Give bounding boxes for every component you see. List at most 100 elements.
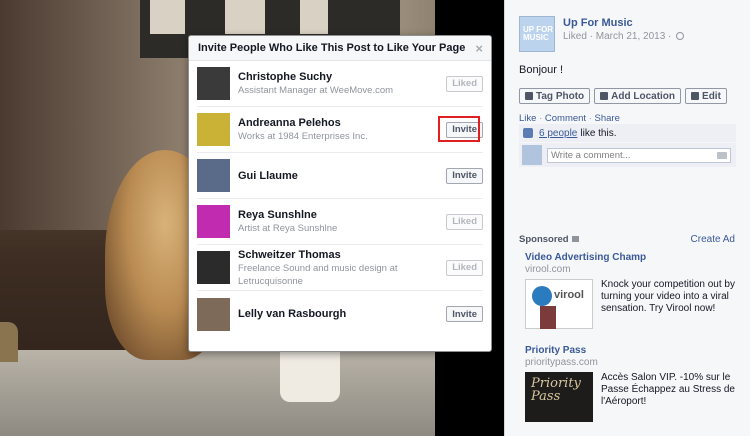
page-name-link[interactable]: Up For Music <box>563 16 684 30</box>
person-avatar[interactable] <box>197 67 230 100</box>
person-avatar[interactable] <box>197 113 230 146</box>
ad-figure <box>540 306 556 329</box>
dialog-header: Invite People Who Like This Post to Like… <box>189 36 491 61</box>
ad-body: Priority Pass Accès Salon VIP. -10% sur … <box>525 372 735 422</box>
tag-photo-label: Tag Photo <box>536 90 585 102</box>
person-name[interactable]: Lelly van Rasbourgh <box>238 307 446 321</box>
comment-link[interactable]: Comment <box>545 113 586 124</box>
person-name[interactable]: Reya Sunshlne <box>238 208 446 222</box>
dialog-title: Invite People Who Like This Post to Like… <box>198 42 466 54</box>
camera-icon[interactable] <box>717 151 727 159</box>
photo-basket <box>0 322 18 362</box>
separator: · <box>588 113 592 124</box>
add-location-label: Add Location <box>611 90 676 102</box>
person-info: Reya Sunshlne Artist at Reya Sunshlne <box>238 208 446 235</box>
person-row: Andreanna Pelehos Works at 1984 Enterpri… <box>197 107 483 153</box>
person-name[interactable]: Schweitzer Thomas <box>238 248 446 262</box>
people-list: Christophe Suchy Assistant Manager at We… <box>189 61 491 337</box>
ad-image-virool[interactable]: virool <box>525 279 593 329</box>
liked-button: Liked <box>446 75 483 92</box>
share-link[interactable]: Share <box>595 113 620 124</box>
person-avatar[interactable] <box>197 297 230 331</box>
liked-button: Liked <box>446 259 483 276</box>
photo-sign-letter <box>225 0 265 34</box>
sponsored-label: Sponsored <box>519 234 579 245</box>
ad-item[interactable]: Priority Pass prioritypass.com Priority … <box>525 345 735 422</box>
person-name[interactable]: Christophe Suchy <box>238 70 446 84</box>
page-avatar[interactable]: UP FOR MUSIC <box>519 16 555 52</box>
person-row: Schweitzer Thomas Freelance Sound and mu… <box>197 245 483 291</box>
person-info: Lelly van Rasbourgh <box>238 307 446 321</box>
photo-sign-letter <box>150 0 185 34</box>
ad-brand: virool <box>554 289 584 301</box>
edit-label: Edit <box>702 90 721 102</box>
person-avatar[interactable] <box>197 159 230 192</box>
person-info: Schweitzer Thomas Freelance Sound and mu… <box>238 248 446 288</box>
person-row: Reya Sunshlne Artist at Reya Sunshlne Li… <box>197 199 483 245</box>
person-name[interactable]: Andreanna Pelehos <box>238 116 446 130</box>
photo-actions: Tag Photo Add Location Edit <box>519 88 727 104</box>
liked-button: Liked <box>446 213 483 230</box>
person-row: Lelly van Rasbourgh Invite <box>197 291 483 337</box>
photo-sign-letter <box>300 0 328 34</box>
globe-icon[interactable] <box>676 32 685 40</box>
person-subtitle: Assistant Manager at WeeMove.com <box>238 85 394 96</box>
likes-summary: 6 people like this. <box>519 124 736 142</box>
post-subline: Liked · March 21, 2013 · <box>563 30 685 43</box>
page-avatar-text: UP FOR MUSIC <box>523 25 554 42</box>
person-row: Gui Llaume Invite <box>197 153 483 199</box>
ad-text: Accès Salon VIP. -10% sur le Passe Échap… <box>601 372 735 407</box>
sponsored-header: Sponsored Create Ad <box>519 234 735 245</box>
person-name[interactable]: Gui Llaume <box>238 169 446 183</box>
likes-text: like this. <box>580 127 617 139</box>
comment-placeholder: Write a comment... <box>551 149 631 161</box>
photo-table <box>0 350 435 436</box>
person-subtitle: Artist at Reya Sunshlne <box>238 223 338 234</box>
ad-url: prioritypass.com <box>525 357 598 368</box>
person-subtitle: Works at 1984 Enterprises Inc. <box>238 131 368 142</box>
post-text: Bonjour ! <box>519 64 564 76</box>
ad-title[interactable]: Priority Pass <box>525 345 735 357</box>
person-info: Christophe Suchy Assistant Manager at We… <box>238 70 446 97</box>
ufi-links: Like · Comment · Share <box>519 113 620 124</box>
likers-link[interactable]: 6 people <box>539 128 577 139</box>
create-ad-link[interactable]: Create Ad <box>691 234 735 245</box>
person-info: Andreanna Pelehos Works at 1984 Enterpri… <box>238 116 446 143</box>
thumbs-up-icon <box>523 128 533 138</box>
comment-composer: Write a comment... <box>519 143 736 167</box>
person-avatar[interactable] <box>197 251 230 284</box>
ad-url: virool.com <box>525 264 571 275</box>
person-subtitle: Freelance Sound and music design at Letr… <box>238 262 398 287</box>
invite-button[interactable]: Invite <box>446 306 483 322</box>
tag-photo-button[interactable]: Tag Photo <box>519 88 591 104</box>
close-icon[interactable]: × <box>475 42 483 55</box>
post-sidebar: UP FOR MUSIC Up For Music Liked · March … <box>504 0 750 436</box>
ad-text: Knock your competition out by turning yo… <box>601 279 735 314</box>
photo-cup <box>280 352 340 402</box>
ad-image-priority-pass[interactable]: Priority Pass <box>525 372 593 422</box>
person-row: Christophe Suchy Assistant Manager at We… <box>197 61 483 107</box>
sponsored-label-text: Sponsored <box>519 234 569 245</box>
like-link[interactable]: Like <box>519 113 536 124</box>
invite-dialog: Invite People Who Like This Post to Like… <box>188 35 492 352</box>
edit-button[interactable]: Edit <box>685 88 727 104</box>
virool-logo-icon <box>532 286 552 306</box>
ad-flag-icon <box>571 236 579 242</box>
location-pin-icon <box>600 92 609 100</box>
person-avatar[interactable] <box>197 205 230 238</box>
tag-icon <box>525 92 533 100</box>
ad-body: virool Knock your competition out by tur… <box>525 279 735 329</box>
separator: · <box>539 113 543 124</box>
highlight-box <box>438 116 480 142</box>
ad-title[interactable]: Video Advertising Champ <box>525 252 735 264</box>
viewer-avatar <box>522 145 542 165</box>
pencil-icon <box>691 92 700 100</box>
add-location-button[interactable]: Add Location <box>594 88 682 104</box>
post-date: Liked · March 21, 2013 · <box>563 31 672 42</box>
ad-item[interactable]: Video Advertising Champ virool.com viroo… <box>525 252 735 329</box>
comment-input[interactable]: Write a comment... <box>547 147 731 163</box>
invite-button[interactable]: Invite <box>446 167 483 184</box>
post-header: UP FOR MUSIC Up For Music Liked · March … <box>519 16 685 52</box>
post-meta: Up For Music Liked · March 21, 2013 · <box>563 16 685 52</box>
person-info: Gui Llaume <box>238 169 446 183</box>
